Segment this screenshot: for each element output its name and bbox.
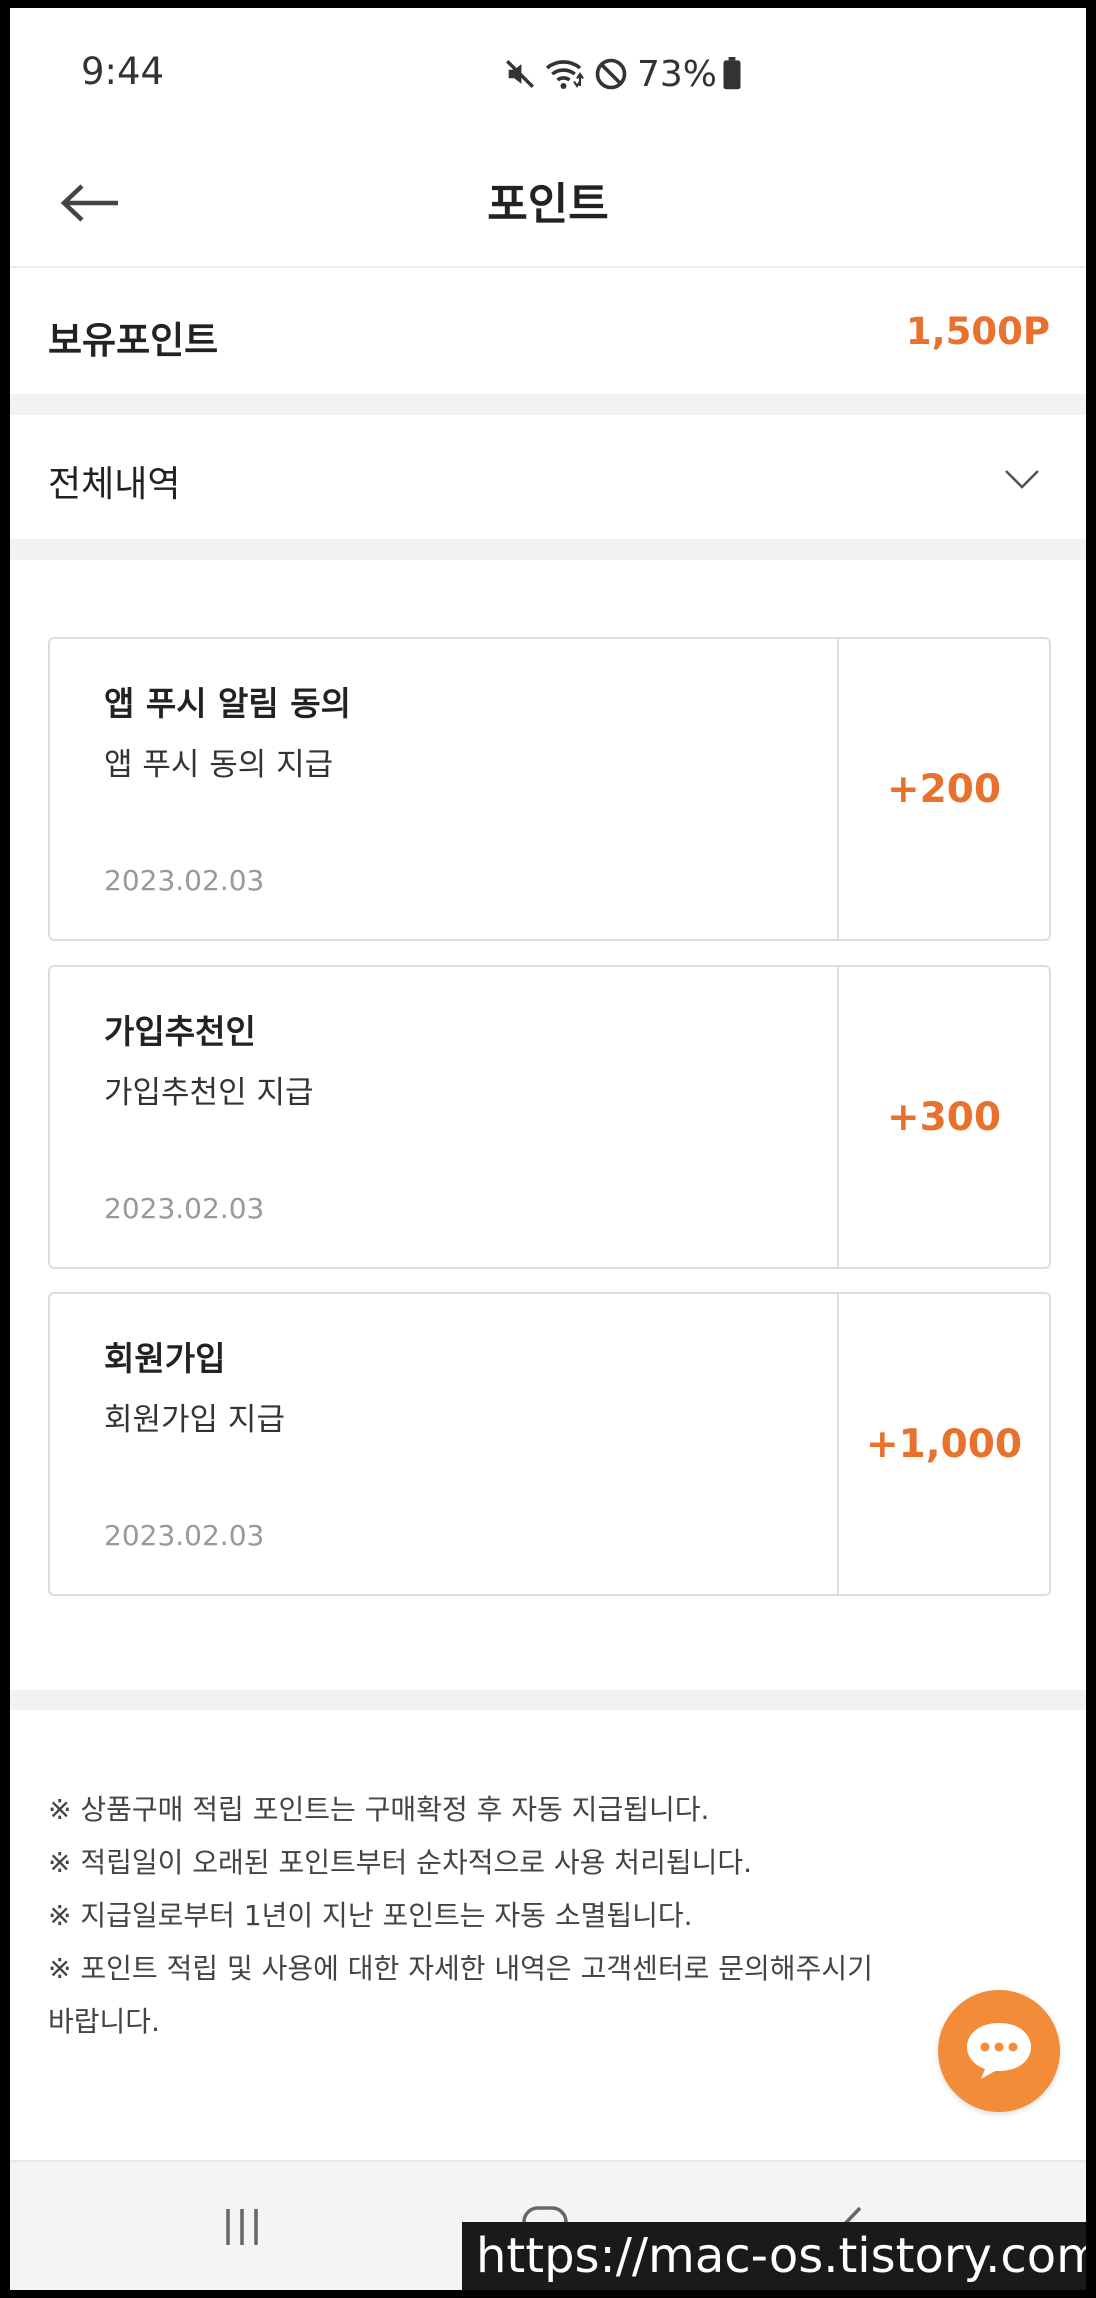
section-divider [10,1690,1086,1710]
history-item-amount: +300 [886,1094,1002,1140]
history-item-amount: +200 [886,766,1002,812]
notice-line: ※ 지급일로부터 1년이 지난 포인트는 자동 소멸됩니다. [48,1899,693,1932]
screen: 9:44 73% 포인트 보유포인트 1,500P 전체내역 앱 푸시 알림 동… [10,8,1086,2290]
notice-line: ※ 상품구매 적립 포인트는 구매확정 후 자동 지급됩니다. [48,1793,710,1826]
history-item-title: 가입추천인 [104,1012,256,1051]
mute-icon [506,60,534,88]
history-item-date: 2023.02.03 [104,1192,265,1225]
notice-line: ※ 포인트 적립 및 사용에 대한 자세한 내역은 고객센터로 문의해주시기 [48,1952,873,1985]
history-item-info: 가입추천인 가입추천인 지급 2023.02.03 [50,967,839,1267]
section-divider [10,394,1086,415]
history-item: 가입추천인 가입추천인 지급 2023.02.03 +300 [48,965,1051,1269]
wifi-icon [545,60,584,89]
status-icons: 73% [503,52,743,96]
do-not-disturb-icon [595,58,627,90]
history-item-amount: +1,000 [865,1421,1023,1467]
page-title: 포인트 [487,179,609,230]
history-item: 회원가입 회원가입 지급 2023.02.03 +1,000 [48,1292,1051,1596]
history-item-title: 앱 푸시 알림 동의 [104,684,351,723]
notice-line: 바랍니다. [48,2005,160,2038]
filter-selected-value: 전체내역 [48,464,181,505]
chevron-down-icon [1005,470,1039,489]
notice-list: ※ 상품구매 적립 포인트는 구매확정 후 자동 지급됩니다. ※ 적립일이 오… [48,1783,968,2048]
notice-line: ※ 적립일이 오래된 포인트부터 순차적으로 사용 처리됩니다. [48,1846,753,1879]
battery-percent: 73% [637,53,718,95]
header: 포인트 [10,138,1086,268]
section-divider [10,539,1086,560]
recent-apps-icon[interactable] [222,2207,262,2247]
history-filter-dropdown[interactable]: 전체내역 [10,415,1086,539]
history-item-info: 앱 푸시 알림 동의 앱 푸시 동의 지급 2023.02.03 [50,639,839,939]
history-item-info: 회원가입 회원가입 지급 2023.02.03 [50,1294,839,1594]
history-item-title: 회원가입 [104,1339,226,1378]
chat-bubble-icon [967,2023,1031,2079]
points-balance-row: 보유포인트 1,500P [10,270,1086,394]
history-item-description: 앱 푸시 동의 지급 [104,747,334,783]
status-time: 9:44 [81,50,165,93]
history-item-date: 2023.02.03 [104,1519,265,1552]
points-balance-label: 보유포인트 [48,319,219,362]
battery-icon [723,57,741,90]
history-item-description: 가입추천인 지급 [104,1075,314,1111]
history-item-description: 회원가입 지급 [104,1402,285,1438]
watermark-text: https://mac-os.tistory.com [462,2222,1086,2290]
status-bar: 9:44 73% [10,8,1086,138]
history-item: 앱 푸시 알림 동의 앱 푸시 동의 지급 2023.02.03 +200 [48,637,1051,941]
points-balance-value: 1,500P [905,310,1050,353]
chat-button[interactable] [938,1990,1060,2112]
history-item-date: 2023.02.03 [104,864,265,897]
